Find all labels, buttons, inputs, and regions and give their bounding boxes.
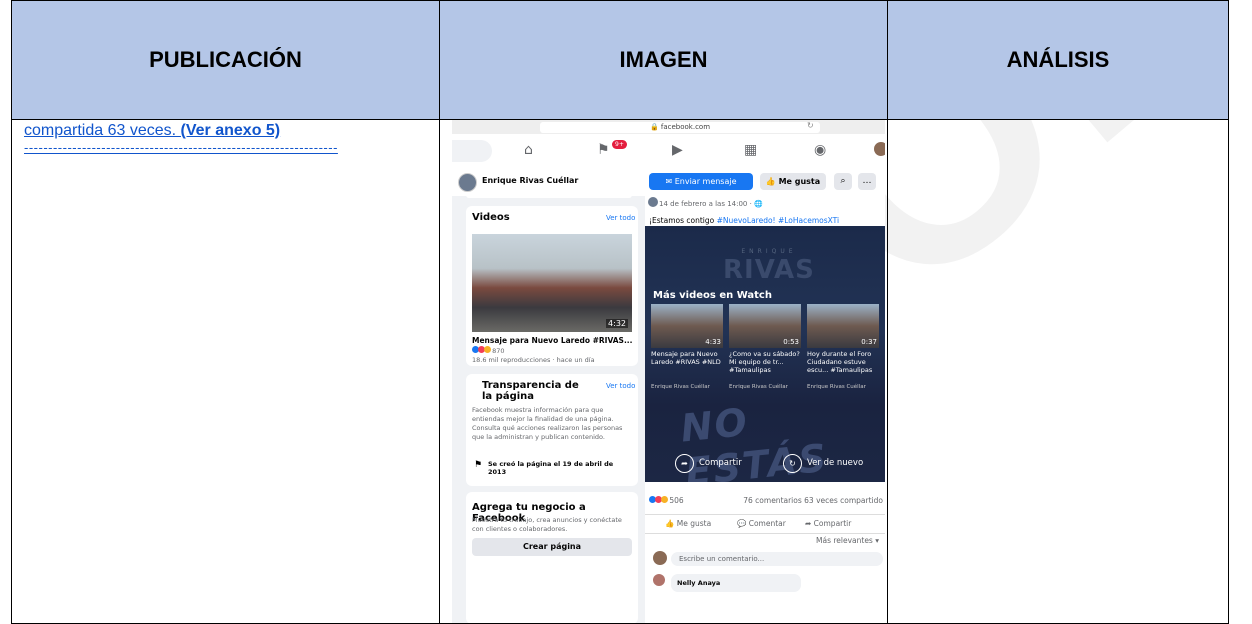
transparency-body: Facebook muestra información para que en…: [472, 406, 623, 441]
commenter-avatar: [653, 551, 667, 565]
like-action: 👍 Me gusta: [665, 519, 712, 528]
flag-icon: ⚑: [597, 142, 610, 158]
video-reactions-count: 870: [492, 347, 505, 355]
video-meta: 18.6 mil reproducciones · hace un día: [472, 356, 595, 364]
share-action-label: Compartir: [813, 519, 852, 528]
left-column: Videos Ver todo 4:32 Mensaje para Nuevo …: [452, 192, 645, 623]
video-reactions: 870: [472, 346, 505, 356]
post-date-text: 14 de febrero a las 14:00 ·: [659, 200, 755, 208]
watch-caption: ¿Como va su sábado? Mi equipo de tr... #…: [729, 350, 800, 374]
dashed-link-line[interactable]: ----------------------------------------…: [12, 140, 434, 155]
comment-input: Escribe un comentario...: [671, 552, 883, 566]
home-icon: ⌂: [524, 142, 533, 158]
like-page-button: 👍 Me gusta: [760, 173, 826, 190]
url-field: 🔒 facebook.com: [540, 122, 820, 133]
like-page-label: Me gusta: [778, 177, 821, 186]
post-comments-shares: 76 comentarios 63 veces compartido: [743, 496, 883, 505]
notification-badge: 9+: [612, 140, 627, 149]
like-action-label: Me gusta: [676, 519, 712, 528]
send-message-button: ✉ Enviar mensaje: [649, 173, 753, 190]
annex-link[interactable]: (Ver anexo 5): [181, 122, 281, 139]
post-column: 14 de febrero a las 14:00 · 🌐 ¡Estamos c…: [645, 196, 885, 623]
page-avatar: [458, 173, 477, 192]
post-reactions: 506: [649, 496, 684, 505]
comment-author: Nelly Anaya: [671, 574, 801, 592]
share-icon: ➦: [675, 454, 694, 473]
video-share-label: Compartir: [699, 458, 742, 468]
share-action: ➦ Compartir: [805, 519, 852, 528]
more-icon: …: [858, 173, 876, 190]
facebook-nav-bar: ⌂ ⚑ 9+ ▶ ▦ ◉: [452, 134, 885, 167]
watch-source: Enrique Rivas Cuéllar: [729, 384, 788, 390]
videos-card: Videos Ver todo 4:32 Mensaje para Nuevo …: [466, 206, 638, 366]
page-name: Enrique Rivas Cuéllar: [482, 176, 579, 185]
comment-avatar: [653, 574, 665, 586]
post-video: ENRIQUE RIVAS Más videos en Watch 4:33 0:…: [645, 226, 885, 482]
rivas-logo: ENRIQUE RIVAS: [723, 248, 815, 285]
watch-thumb: 0:53: [729, 304, 801, 348]
header-imagen: IMAGEN: [439, 0, 888, 120]
post-reactions-count: 506: [669, 496, 684, 505]
watch-thumb: 0:37: [807, 304, 879, 348]
transparency-see-all: Ver todo: [606, 382, 636, 390]
business-body: Muestra tu trabajo, crea anuncios y coné…: [472, 516, 622, 533]
rivas-logo-small: ENRIQUE: [741, 248, 797, 255]
post-text-main: ¡Estamos contigo: [649, 216, 717, 225]
post-text: ¡Estamos contigo #NuevoLaredo! #LoHacemo…: [649, 216, 839, 225]
comment-action: 💬 Comentar: [737, 519, 786, 528]
reload-icon: ↻: [807, 121, 814, 130]
video-replay-label: Ver de nuevo: [807, 458, 864, 468]
watch-duration: 4:33: [705, 338, 721, 346]
transparency-title: Transparencia de la página: [482, 380, 579, 402]
watch-duration: 0:37: [861, 338, 877, 346]
most-relevant-filter: Más relevantes ▾: [816, 536, 879, 545]
facebook-screenshot: 🔒 facebook.com ↻ ⌂ ⚑ 9+ ▶ ▦ ◉ Enrique Ri…: [452, 120, 885, 623]
analisis-cell: [887, 119, 1229, 624]
watch-duration: 0:53: [783, 338, 799, 346]
flag-icon: ⚑: [474, 460, 483, 470]
shared-count-link[interactable]: compartida 63 veces.: [24, 122, 181, 139]
page-created-date: Se creó la página el 19 de abril de 2013: [488, 460, 614, 476]
send-message-label: Enviar mensaje: [674, 177, 737, 186]
watch-title: Más videos en Watch: [653, 290, 772, 301]
video-title: Mensaje para Nuevo Laredo #RIVAS...: [472, 336, 633, 345]
replay-icon: ↻: [783, 454, 802, 473]
create-page-button: Crear página: [472, 538, 632, 556]
post-avatar: [648, 197, 658, 207]
analysis-table: PUBLICACIÓN IMAGEN ANÁLISIS compartida 6…: [11, 0, 1229, 624]
videos-see-all: Ver todo: [606, 214, 636, 222]
videos-title: Videos: [472, 212, 510, 223]
content-row: compartida 63 veces. (Ver anexo 5) -----…: [11, 119, 1229, 624]
header-analisis: ANÁLISIS: [887, 0, 1229, 120]
imagen-cell: 🔒 facebook.com ↻ ⌂ ⚑ 9+ ▶ ▦ ◉ Enrique Ri…: [439, 119, 888, 624]
header-publicacion: PUBLICACIÓN: [11, 0, 440, 120]
search-icon: ⌕: [834, 173, 852, 190]
rivas-logo-text: RIVAS: [723, 255, 815, 285]
business-card: Agrega tu negocio a Facebook Muestra tu …: [466, 492, 638, 623]
watch-source: Enrique Rivas Cuéllar: [651, 384, 710, 390]
groups-icon: ◉: [814, 142, 827, 158]
url-text: facebook.com: [660, 123, 711, 131]
watch-thumb: 4:33: [651, 304, 723, 348]
post-hashtags: #NuevoLaredo! #LoHacemosXTi: [716, 216, 840, 225]
annex-link-label: (Ver anexo 5): [180, 122, 281, 139]
search-box: [452, 140, 492, 162]
transparency-card: Transparencia de la página Ver todo Face…: [466, 374, 638, 486]
video-thumbnail: 4:32: [472, 234, 632, 332]
marketplace-icon: ▦: [744, 142, 758, 158]
comment-action-label: Comentar: [748, 519, 786, 528]
video-duration: 4:32: [606, 319, 628, 328]
post-action-row: 👍 Me gusta 💬 Comentar ➦ Compartir: [645, 514, 885, 534]
header-row: PUBLICACIÓN IMAGEN ANÁLISIS: [11, 0, 1229, 120]
watch-icon: ▶: [672, 142, 683, 158]
user-avatar: [874, 142, 885, 156]
publicacion-cell: compartida 63 veces. (Ver anexo 5) -----…: [11, 119, 440, 624]
publicacion-text: compartida 63 veces. (Ver anexo 5): [12, 120, 439, 140]
watch-caption: Mensaje para Nuevo Laredo #RIVAS #NLD: [651, 350, 721, 366]
top-card-remnant: [466, 192, 632, 198]
watch-caption: Hoy durante el Foro Ciudadano estuve esc…: [807, 350, 873, 374]
post-date: 14 de febrero a las 14:00 · 🌐: [659, 200, 763, 208]
browser-url-bar: 🔒 facebook.com ↻: [452, 120, 885, 134]
